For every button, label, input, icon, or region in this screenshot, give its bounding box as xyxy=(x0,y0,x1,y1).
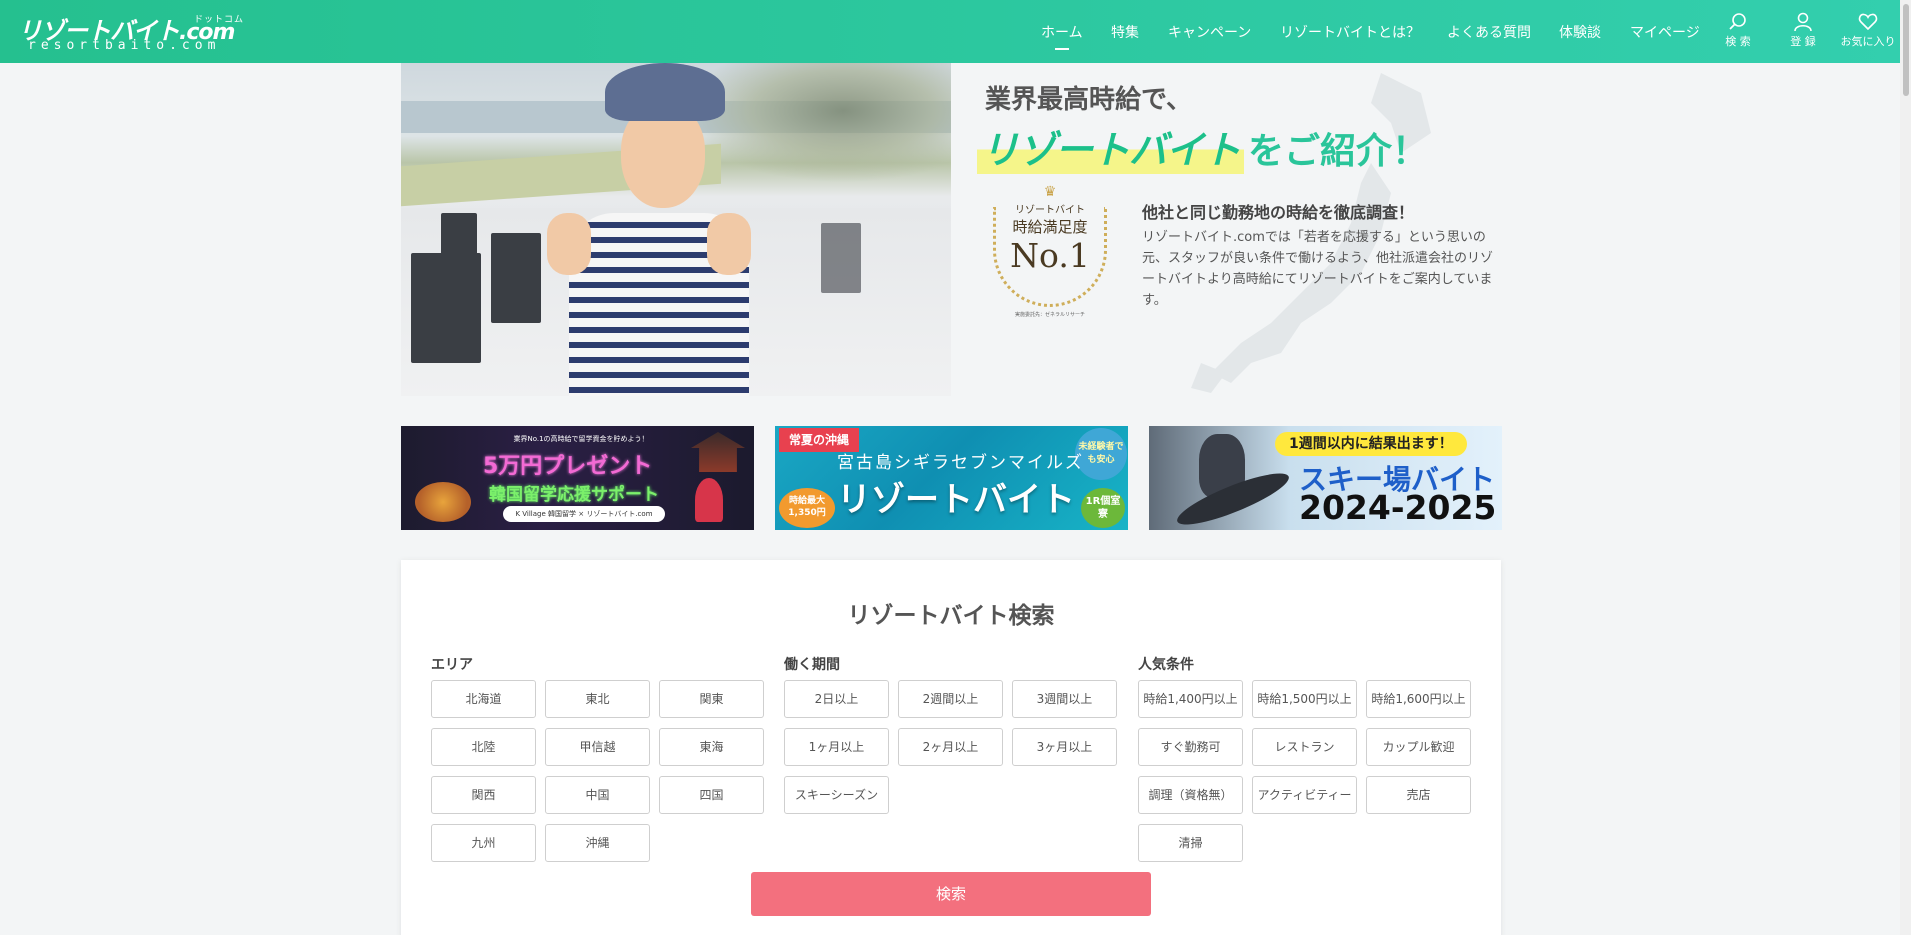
banner-food-image xyxy=(415,482,471,522)
banner2-title: リゾートバイト xyxy=(837,480,1075,520)
area-title: エリア xyxy=(431,657,473,673)
banner-korea-study[interactable]: 業界No.1の高時給で留学資金を貯めよう！ 5万円プレゼント 韓国留学応援サポー… xyxy=(401,426,754,530)
nav-campaign[interactable]: キャンペーン xyxy=(1168,22,1251,42)
banner-temple-image xyxy=(691,432,745,472)
laurel-wreath xyxy=(993,207,1107,307)
area-option[interactable]: 関西 xyxy=(431,776,536,814)
banner3-tag: 1週間以内に結果出ます！ xyxy=(1275,432,1467,456)
banner2-place: 宮古島シギラセブンマイルズ xyxy=(837,453,1084,473)
person-thumb-right xyxy=(707,213,751,275)
banner1-partner: K Village 韓国留学 × リゾートバイト.com xyxy=(503,506,665,522)
hero-headline: 業界最高時給で、 xyxy=(985,85,1192,115)
period-option[interactable]: 2週間以上 xyxy=(898,680,1003,718)
search-icon xyxy=(1729,13,1746,30)
area-option[interactable]: 甲信越 xyxy=(545,728,650,766)
no1-badge: ♛ リゾートバイト 時給満足度 No.1 実施委託先：ゼネラルリサーチ xyxy=(987,185,1113,325)
banner1-subtitle: 韓国留学応援サポート xyxy=(489,485,659,505)
period-title: 働く期間 xyxy=(784,657,840,673)
banner-miyakojima[interactable]: 常夏の沖縄 未経験者でも安心 宮古島シギラセブンマイルズ リゾートバイト 時給最… xyxy=(775,426,1128,530)
area-option[interactable]: 四国 xyxy=(659,776,764,814)
banner3-season: 2024-2025 xyxy=(1299,488,1497,527)
favorites-nav-button[interactable]: お気に入り xyxy=(1837,12,1899,49)
area-option[interactable]: 沖縄 xyxy=(545,824,650,862)
nav-home[interactable]: ホーム xyxy=(1041,22,1083,42)
hero-subheadline: リゾートバイト をご紹介！ xyxy=(977,119,1429,174)
hero-brand-logo: リゾートバイト xyxy=(977,119,1245,174)
popular-option[interactable]: 時給1,400円以上 xyxy=(1138,680,1243,718)
banner1-small-text: 業界No.1の高時給で留学資金を貯めよう！ xyxy=(513,435,649,443)
site-header: リゾートバイト.com ドットコム resortbaito.com ホーム 特集… xyxy=(0,0,1911,63)
area-option[interactable]: 東北 xyxy=(545,680,650,718)
hero-description: リゾートバイト.comでは「若者を応援する」という思いの元、スタッフが良い条件で… xyxy=(1142,230,1494,308)
page-scrollbar[interactable] xyxy=(1900,0,1911,935)
banner-hanbok-image xyxy=(695,478,723,522)
search-nav-button[interactable]: 検 索 xyxy=(1707,12,1769,49)
register-nav-label: 登 録 xyxy=(1790,35,1816,48)
user-icon xyxy=(1794,12,1812,32)
popular-option[interactable]: 調理（資格無） xyxy=(1138,776,1243,814)
search-button[interactable]: 検索 xyxy=(751,872,1151,916)
banner-ski-resort[interactable]: 1週間以内に結果出ます！ スキー場バイト 2024-2025 xyxy=(1149,426,1502,530)
banner2-wage: 時給最大1,350円 xyxy=(779,488,835,528)
area-option[interactable]: 中国 xyxy=(545,776,650,814)
popular-option[interactable]: レストラン xyxy=(1252,728,1357,766)
heart-icon xyxy=(1858,13,1878,31)
crown-icon: ♛ xyxy=(1043,184,1057,200)
search-panel: リゾートバイト検索 エリア 働く期間 人気条件 北海道 東北 関東 北陸 甲信越… xyxy=(401,560,1501,935)
logo-domain: resortbaito.com xyxy=(28,38,221,53)
photo-chair xyxy=(411,253,481,363)
badge-note: 実施委託先：ゼネラルリサーチ xyxy=(1014,312,1085,318)
period-option[interactable]: 3週間以上 xyxy=(1012,680,1117,718)
popular-option[interactable]: すぐ勤務可 xyxy=(1138,728,1243,766)
popular-title: 人気条件 xyxy=(1138,657,1194,673)
banner2-room: 1R個室寮 xyxy=(1081,488,1125,528)
popular-option[interactable]: 売店 xyxy=(1366,776,1471,814)
hero-text: 業界最高時給で、 リゾートバイト をご紹介！ ♛ リゾートバイト 時給満足度 No… xyxy=(951,63,1501,396)
photo-chair xyxy=(441,213,477,263)
search-title: リゾートバイト検索 xyxy=(847,603,1055,629)
hero-suffix: をご紹介！ xyxy=(1248,131,1429,172)
period-option[interactable]: 3ヶ月以上 xyxy=(1012,728,1117,766)
nav-about[interactable]: リゾートバイトとは？ xyxy=(1280,22,1420,42)
hero-heading: 他社と同じ勤務地の時給を徹底調査！ xyxy=(1142,203,1415,222)
nav-mypage[interactable]: マイページ xyxy=(1630,22,1700,42)
popular-option[interactable]: 時給1,600円以上 xyxy=(1366,680,1471,718)
area-option[interactable]: 東海 xyxy=(659,728,764,766)
favorites-nav-label: お気に入り xyxy=(1840,35,1896,48)
area-option[interactable]: 九州 xyxy=(431,824,536,862)
period-option[interactable]: 2日以上 xyxy=(784,680,889,718)
nav-faq[interactable]: よくある質問 xyxy=(1447,22,1531,42)
popular-option[interactable]: アクティビティー xyxy=(1252,776,1357,814)
period-option[interactable]: 1ヶ月以上 xyxy=(784,728,889,766)
popular-option[interactable]: 時給1,500円以上 xyxy=(1252,680,1357,718)
popular-option[interactable]: カップル歓迎 xyxy=(1366,728,1471,766)
area-option[interactable]: 北海道 xyxy=(431,680,536,718)
period-option[interactable]: スキーシーズン xyxy=(784,776,889,814)
period-option[interactable]: 2ヶ月以上 xyxy=(898,728,1003,766)
person-thumb-left xyxy=(547,213,591,275)
site-logo[interactable]: リゾートバイト.com ドットコム resortbaito.com xyxy=(18,11,243,53)
register-nav-button[interactable]: 登 録 xyxy=(1772,12,1834,49)
hero-photo xyxy=(401,63,951,396)
area-option[interactable]: 北陸 xyxy=(431,728,536,766)
photo-person xyxy=(529,63,769,396)
logo-kana: ドットコム xyxy=(194,15,245,25)
person-hat xyxy=(605,63,725,121)
nav-features[interactable]: 特集 xyxy=(1111,22,1139,42)
nav-stories[interactable]: 体験談 xyxy=(1559,22,1601,42)
area-option[interactable]: 関東 xyxy=(659,680,764,718)
popular-option[interactable]: 清掃 xyxy=(1138,824,1243,862)
photo-chair xyxy=(821,223,861,293)
banner1-title: 5万円プレゼント xyxy=(483,454,653,479)
scrollbar-thumb[interactable] xyxy=(1903,4,1909,96)
search-nav-label: 検 索 xyxy=(1725,35,1751,48)
